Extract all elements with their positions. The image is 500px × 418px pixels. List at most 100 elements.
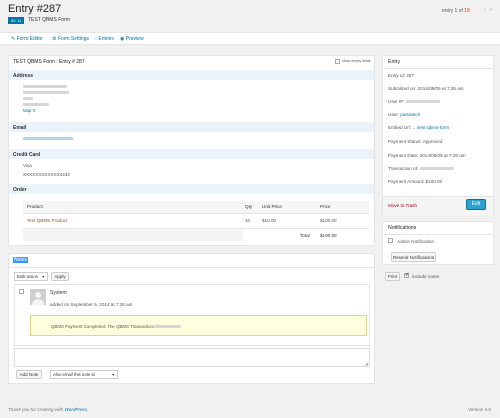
note-added-on: added on September 9, 2014 at 7:26 am bbox=[50, 302, 133, 307]
also-email-note-label: Also email this note to bbox=[53, 372, 96, 377]
chevron-down-icon: ▼ bbox=[111, 373, 115, 377]
move-to-trash-link[interactable]: Move to Trash bbox=[388, 203, 417, 208]
embed-url-label: Embed Url: bbox=[388, 125, 411, 130]
page-title: Entry #287 bbox=[8, 3, 62, 15]
order-total-spacer bbox=[23, 229, 243, 241]
email-address-redacted bbox=[23, 137, 73, 141]
include-notes-checkbox[interactable]: ✔ bbox=[404, 272, 410, 278]
pager-prefix: entry bbox=[442, 8, 454, 14]
form-name: TEST QBMS Form bbox=[28, 17, 70, 23]
avatar-body-icon bbox=[32, 299, 44, 305]
user-link[interactable]: patsatech bbox=[400, 112, 420, 117]
entry-box-divider bbox=[383, 68, 493, 69]
user-ip-label: User IP: bbox=[388, 99, 405, 104]
footer-version: Version 4.0 bbox=[468, 407, 491, 412]
add-note-button[interactable]: Add Note bbox=[16, 370, 42, 379]
entry-id: Entry Id: 287 bbox=[388, 73, 415, 78]
col-header-price: Price bbox=[320, 204, 331, 209]
order-qty: 10 bbox=[245, 218, 251, 223]
user: User: patsatech bbox=[388, 112, 420, 117]
order-total-label: Total bbox=[300, 233, 310, 238]
panel-title: TEST QBMS Form : Entry # 287 bbox=[13, 59, 85, 65]
toolbar-form-editor[interactable]: ✎ Form Editor bbox=[11, 36, 43, 42]
address-line-2-redacted bbox=[23, 91, 69, 95]
transaction-id-value-redacted bbox=[419, 167, 454, 171]
bulk-action-select[interactable]: Bulk action ▼ bbox=[14, 272, 48, 281]
notes-title: Notes bbox=[13, 257, 29, 263]
user-label: User: bbox=[388, 112, 399, 117]
apply-button[interactable]: Apply bbox=[51, 272, 69, 281]
transaction-id-redacted bbox=[153, 325, 181, 328]
include-notes-label: include notes bbox=[412, 274, 440, 279]
entry-info-box: Entry Entry Id: 287 Submitted on: 2014/0… bbox=[382, 55, 494, 216]
embed-url: Embed Url: …/test-qbms-form bbox=[388, 125, 449, 130]
col-header-qty: Qty bbox=[245, 204, 253, 209]
bulk-action-label: Bulk action bbox=[17, 274, 39, 279]
col-header-product: Product bbox=[27, 204, 43, 209]
form-editor-label: Form Editor bbox=[16, 36, 43, 42]
edit-button[interactable]: Edit bbox=[466, 199, 486, 210]
settings-gear-icon: ⚙ bbox=[52, 36, 57, 42]
pager-next-arrow-icon[interactable]: › bbox=[490, 7, 492, 13]
wordpress-link[interactable]: WordPress bbox=[64, 407, 87, 412]
pager-current: 1 bbox=[454, 8, 458, 14]
email-value-redacted[interactable] bbox=[23, 136, 73, 142]
show-empty-fields-checkbox[interactable] bbox=[335, 59, 340, 64]
note-message: QBMS Payment Completed. The QBMS Transac… bbox=[30, 315, 367, 336]
notifications-title: Notifications bbox=[388, 225, 417, 231]
transaction-id: Transaction Id: bbox=[388, 166, 454, 171]
checkmark-icon: ✔ bbox=[405, 272, 410, 278]
toolbar-preview[interactable]: ◉ Preview bbox=[120, 36, 144, 42]
credit-card-section-header: Credit Card bbox=[9, 149, 374, 159]
pager-total[interactable]: 18 bbox=[464, 8, 470, 14]
notes-divider bbox=[9, 267, 374, 268]
chevron-down-icon: ▼ bbox=[41, 275, 45, 279]
form-settings-label: Form Settings bbox=[57, 36, 89, 42]
admin-notification-label: Admin Notification bbox=[397, 239, 435, 244]
payment-amount: Payment Amount: $100.00 bbox=[388, 179, 443, 184]
payment-date: Payment Date: 2014/09/09 at 7:26 am bbox=[388, 153, 466, 158]
notifications-box: Notifications Admin Notification Resend … bbox=[382, 221, 494, 265]
card-number: XXXXXXXXXXXX4242 bbox=[23, 172, 70, 177]
footer-credit: Thank you for creating with WordPress. bbox=[8, 407, 89, 412]
order-section-header: Order bbox=[9, 184, 374, 194]
note-list: System added on September 9, 2014 at 7:2… bbox=[14, 284, 370, 346]
user-ip-redacted bbox=[405, 100, 440, 104]
toolbar-form-settings[interactable]: ⚙ Form Settings bbox=[52, 36, 89, 42]
embed-url-link[interactable]: …/test-qbms-form bbox=[412, 125, 449, 130]
order-total-value: $100.00 bbox=[320, 233, 337, 238]
entry-box-title: Entry bbox=[388, 59, 401, 65]
footer-thanks: Thank you for creating with bbox=[8, 407, 64, 412]
print-button[interactable]: Print bbox=[385, 272, 400, 281]
note-select-checkbox[interactable] bbox=[19, 289, 24, 294]
edit-form-icon: ✎ bbox=[11, 36, 16, 42]
entry-pager: entry 1 of 18 bbox=[442, 8, 470, 14]
also-email-note-select[interactable]: Also email this note to ▼ bbox=[50, 370, 118, 379]
order-table-header-row bbox=[23, 201, 369, 214]
user-ip: User IP: bbox=[388, 99, 440, 104]
payment-status: Payment Status: Approved bbox=[388, 139, 443, 144]
resend-notifications-button[interactable]: Resend Notifications bbox=[391, 252, 436, 262]
note-message-text: QBMS Payment Completed. The QBMS Transac… bbox=[51, 324, 160, 329]
address-line-3-redacted bbox=[23, 97, 33, 101]
avatar bbox=[30, 289, 46, 305]
entries-label: Entries bbox=[98, 36, 114, 42]
new-note-textarea[interactable]: ◢ bbox=[14, 348, 370, 367]
order-unit-price: $10.00 bbox=[262, 218, 277, 223]
toolbar-entries[interactable]: ◌ Entries bbox=[94, 36, 114, 42]
admin-notification-checkbox[interactable] bbox=[388, 238, 393, 243]
avatar-head-icon bbox=[35, 292, 41, 298]
resize-handle-icon[interactable]: ◢ bbox=[365, 361, 368, 366]
preview-eye-icon: ◉ bbox=[120, 36, 125, 42]
transaction-id-label: Transaction Id: bbox=[388, 166, 419, 171]
note-author: System bbox=[50, 290, 67, 296]
pager-prev-arrow-icon[interactable]: ‹ bbox=[484, 7, 486, 13]
pager-of: of bbox=[458, 8, 463, 14]
notifications-divider bbox=[383, 234, 493, 235]
map-it-link[interactable]: Map It bbox=[23, 108, 35, 113]
card-type: Visa bbox=[23, 163, 32, 168]
preview-label: Preview bbox=[125, 36, 144, 42]
order-table: Product Qty Unit Price Price Test QBMS P… bbox=[23, 201, 369, 242]
address-value-redacted: Map It bbox=[23, 84, 69, 114]
order-price: $100.00 bbox=[320, 218, 337, 223]
